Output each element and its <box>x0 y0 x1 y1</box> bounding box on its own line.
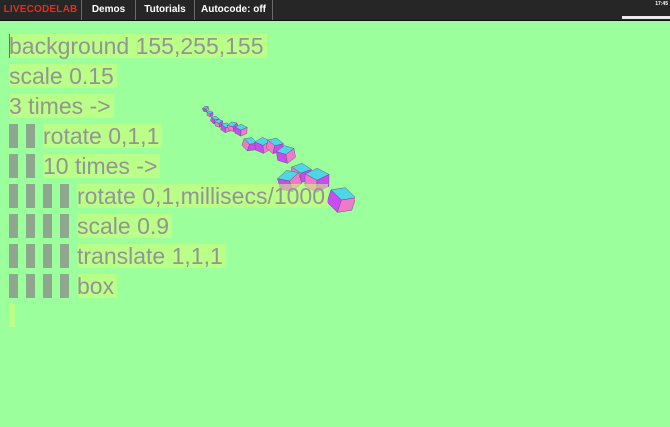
code-line-text: box <box>77 274 118 298</box>
indent-marker <box>9 154 18 178</box>
menu-bar: LIVECODELAB Demos Tutorials Autocode: of… <box>0 0 670 21</box>
code-line-text: background 155,255,155 <box>9 34 267 58</box>
text-cursor <box>9 34 10 58</box>
empty-code-line[interactable] <box>9 303 15 327</box>
indent-marker <box>60 214 69 238</box>
indent-marker <box>9 184 18 208</box>
indent-marker <box>9 274 18 298</box>
indent-marker <box>26 154 35 178</box>
code-line-text: translate 1,1,1 <box>77 244 226 268</box>
code-line-text: 10 times -> <box>43 154 161 178</box>
indent-marker <box>9 214 18 238</box>
code-line-text: scale 0.9 <box>77 214 173 238</box>
livecodelab-logo[interactable]: LIVECODELAB <box>0 0 82 20</box>
tutorials-menu[interactable]: Tutorials <box>136 0 195 20</box>
code-line-text: rotate 0,1,millisecs/1000 <box>77 184 329 208</box>
cube <box>206 110 214 118</box>
indent-marker <box>43 184 52 208</box>
indent-marker <box>9 244 18 268</box>
indent-marker <box>43 244 52 268</box>
indent-marker <box>43 214 52 238</box>
indent-marker <box>9 124 18 148</box>
indent-marker <box>26 244 35 268</box>
demos-menu[interactable]: Demos <box>82 0 136 20</box>
indent-marker <box>26 274 35 298</box>
code-line-text: rotate 0,1,1 <box>43 124 163 148</box>
cube <box>326 187 355 213</box>
indent-marker <box>26 124 35 148</box>
code-line-text: 3 times -> <box>9 94 114 118</box>
autocode-toggle[interactable]: Autocode: off <box>195 0 273 20</box>
code-line-text: scale 0.15 <box>9 64 117 88</box>
indent-marker <box>60 244 69 268</box>
indent-marker <box>60 274 69 298</box>
indent-marker <box>43 274 52 298</box>
clock-bar <box>622 16 670 19</box>
indent-marker <box>26 214 35 238</box>
indent-marker <box>26 184 35 208</box>
indent-marker <box>60 184 69 208</box>
